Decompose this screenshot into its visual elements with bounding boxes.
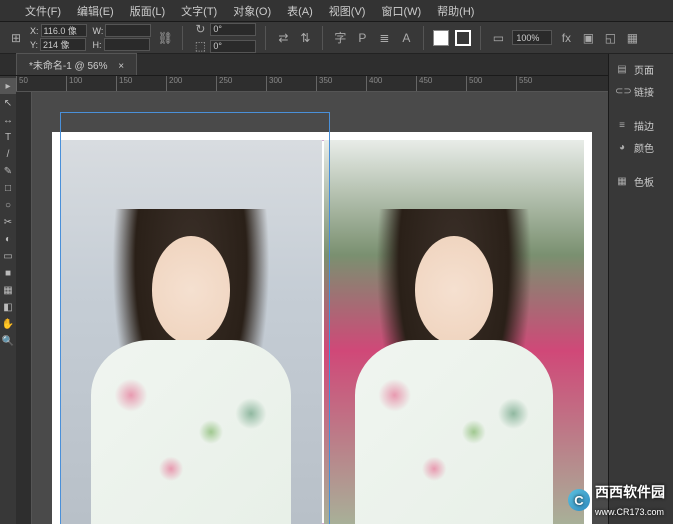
ruler-tick: 100 bbox=[66, 76, 116, 91]
flip-v-icon[interactable]: ⇅ bbox=[297, 30, 313, 46]
ruler-tick: 550 bbox=[516, 76, 566, 91]
swatches-icon: ▦ bbox=[615, 176, 629, 187]
options-bar: ⊞ X: Y: W: H: ⛓ ↻ ⬚ ⇄ ⇅ 字 P ≣ A ▭ 100% f… bbox=[0, 22, 673, 54]
shear-icon: ⬚ bbox=[192, 38, 208, 54]
fx-icon[interactable]: fx bbox=[558, 30, 574, 46]
canvas-area[interactable] bbox=[32, 92, 608, 524]
line-tool[interactable]: / bbox=[0, 146, 16, 162]
placed-image-right[interactable] bbox=[324, 140, 584, 524]
panel-pages[interactable]: ▤页面 bbox=[609, 58, 673, 80]
fit-icon[interactable]: ▦ bbox=[624, 30, 640, 46]
wrap-icon[interactable]: ▣ bbox=[580, 30, 596, 46]
ruler-tick: 200 bbox=[166, 76, 216, 91]
menu-bar: 文件(F) 编辑(E) 版面(L) 文字(T) 对象(O) 表(A) 视图(V)… bbox=[0, 0, 673, 22]
fill-swatch-icon[interactable] bbox=[433, 30, 449, 46]
document-page[interactable] bbox=[52, 132, 592, 524]
tab-close-icon[interactable]: × bbox=[118, 61, 124, 72]
menu-window[interactable]: 窗口(W) bbox=[376, 3, 426, 19]
selection-frame[interactable] bbox=[60, 112, 330, 524]
rotate-icon: ↻ bbox=[192, 21, 208, 37]
selection-tool[interactable]: ▸ bbox=[0, 78, 16, 94]
panel-dock: ▤页面 ⊂⊃链接 ≡描边 ◕颜色 ▦色板 bbox=[608, 54, 673, 524]
h-label: H: bbox=[93, 40, 102, 50]
ruler-tick: 350 bbox=[316, 76, 366, 91]
a-icon[interactable]: A bbox=[398, 30, 414, 46]
menu-table[interactable]: 表(A) bbox=[282, 3, 318, 19]
y-label: Y: bbox=[30, 40, 38, 50]
links-icon: ⊂⊃ bbox=[615, 86, 629, 97]
fill-tool[interactable]: ■ bbox=[0, 265, 16, 281]
x-input[interactable] bbox=[41, 24, 87, 37]
para-panel-icon[interactable]: P bbox=[354, 30, 370, 46]
watermark: C 西西软件园 www.CR173.com bbox=[568, 482, 665, 518]
w-label: W: bbox=[93, 26, 104, 36]
toolbox: ▸ ↖ ↔ T / ✎ □ ○ ✂ ◐ ▭ ■ ▦ ◧ ✋ 🔍 bbox=[0, 76, 16, 524]
panel-links[interactable]: ⊂⊃链接 bbox=[609, 80, 673, 102]
direct-selection-tool[interactable]: ↖ bbox=[0, 95, 16, 111]
rectangle-tool[interactable]: □ bbox=[0, 180, 16, 196]
type-tool[interactable]: T bbox=[0, 129, 16, 145]
tab-title: *未命名-1 @ 56% bbox=[29, 61, 108, 72]
menu-view[interactable]: 视图(V) bbox=[324, 3, 371, 19]
hand-tool[interactable]: ✋ bbox=[0, 316, 16, 332]
document-tab-bar: *未命名-1 @ 56% × bbox=[0, 54, 673, 76]
w-input[interactable] bbox=[105, 24, 151, 37]
color-icon: ◕ bbox=[615, 142, 629, 153]
ruler-tick: 450 bbox=[416, 76, 466, 91]
menu-help[interactable]: 帮助(H) bbox=[432, 3, 479, 19]
stroke-weight-icon[interactable]: ▭ bbox=[490, 30, 506, 46]
menu-file[interactable]: 文件(F) bbox=[20, 3, 66, 19]
zoom-tool[interactable]: 🔍 bbox=[0, 333, 16, 349]
menu-type[interactable]: 文字(T) bbox=[176, 3, 222, 19]
pages-icon: ▤ bbox=[615, 64, 629, 75]
char-panel-icon[interactable]: 字 bbox=[332, 30, 348, 46]
vertical-ruler[interactable] bbox=[16, 92, 32, 524]
pen-tool[interactable]: ✎ bbox=[0, 163, 16, 179]
menu-object[interactable]: 对象(O) bbox=[228, 3, 276, 19]
menu-layout[interactable]: 版面(L) bbox=[125, 3, 170, 19]
ruler-tick: 300 bbox=[266, 76, 316, 91]
watermark-url: www.CR173.com bbox=[595, 507, 664, 517]
ruler-tick: 250 bbox=[216, 76, 266, 91]
menu-edit[interactable]: 编辑(E) bbox=[72, 3, 119, 19]
panel-stroke[interactable]: ≡描边 bbox=[609, 114, 673, 136]
corner-icon[interactable]: ◱ bbox=[602, 30, 618, 46]
page-tool[interactable]: ↔ bbox=[0, 112, 16, 128]
reference-point-icon[interactable]: ⊞ bbox=[8, 30, 24, 46]
stroke-icon: ≡ bbox=[615, 120, 629, 131]
watermark-logo-icon: C bbox=[568, 489, 590, 511]
ellipse-tool[interactable]: ○ bbox=[0, 197, 16, 213]
h-input[interactable] bbox=[104, 38, 150, 51]
document-tab[interactable]: *未命名-1 @ 56% × bbox=[16, 53, 137, 75]
zoom-field[interactable]: 100% bbox=[512, 30, 552, 45]
link-wh-icon[interactable]: ⛓ bbox=[157, 30, 173, 46]
horizontal-ruler[interactable]: 50 100 150 200 250 300 350 400 450 500 5… bbox=[16, 76, 608, 92]
panel-color[interactable]: ◕颜色 bbox=[609, 136, 673, 158]
ruler-tick: 50 bbox=[16, 76, 66, 91]
shear-input[interactable] bbox=[210, 40, 256, 53]
text-align-icon[interactable]: ≣ bbox=[376, 30, 392, 46]
swatch-tool[interactable]: ◧ bbox=[0, 299, 16, 315]
ruler-tick: 400 bbox=[366, 76, 416, 91]
rectangle-frame-tool[interactable]: ▭ bbox=[0, 248, 16, 264]
watermark-brand: 西西软件园 bbox=[595, 482, 665, 502]
x-label: X: bbox=[30, 26, 39, 36]
scissors-tool[interactable]: ✂ bbox=[0, 214, 16, 230]
y-input[interactable] bbox=[40, 38, 86, 51]
ruler-tick: 150 bbox=[116, 76, 166, 91]
panel-swatches[interactable]: ▦色板 bbox=[609, 170, 673, 192]
grid-tool[interactable]: ▦ bbox=[0, 282, 16, 298]
flip-h-icon[interactable]: ⇄ bbox=[275, 30, 291, 46]
stroke-swatch-icon[interactable] bbox=[455, 30, 471, 46]
rotate-input[interactable] bbox=[210, 23, 256, 36]
gradient-tool[interactable]: ◐ bbox=[0, 231, 16, 247]
ruler-tick: 500 bbox=[466, 76, 516, 91]
